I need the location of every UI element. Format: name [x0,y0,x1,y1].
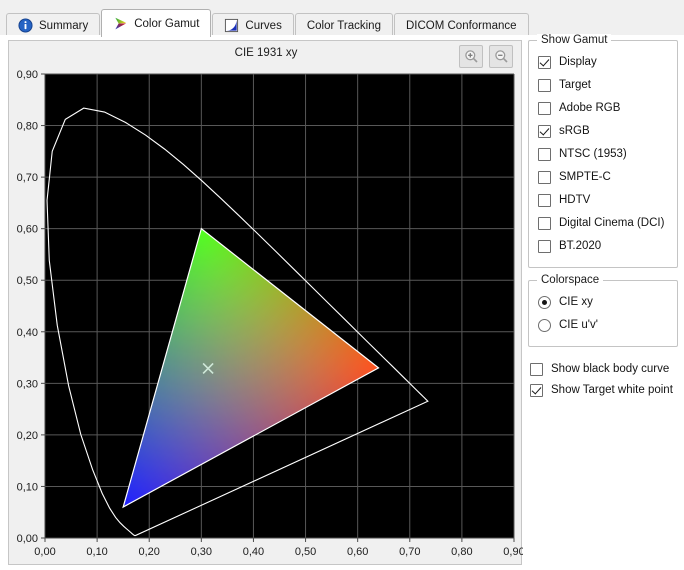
x-tick-label: 0,70 [399,546,420,558]
checkbox-label-show-target-white-point: Show Target white point [551,384,673,396]
radio-cie-xy[interactable]: CIE xy [538,291,668,314]
tab-bar: Summary Color Gamut Curves Color Trackin… [0,0,684,37]
checkbox-label-show-black-body-curve: Show black body curve [551,363,670,375]
tab-curves-label: Curves [245,19,282,32]
checkbox-box-hdtv [538,194,551,207]
radio-label-cie-uv: CIE u'v' [559,319,598,331]
checkbox-display[interactable]: Display [538,51,668,74]
x-tick-label: 0,00 [34,546,55,558]
checkbox-ntsc-1953[interactable]: NTSC (1953) [538,143,668,166]
y-tick-label: 0,20 [17,430,38,442]
y-tick-label: 0,70 [17,172,38,184]
x-tick-label: 0,50 [295,546,316,558]
checkbox-box-adobe-rgb [538,102,551,115]
checkbox-label-ntsc-1953: NTSC (1953) [559,148,627,160]
tab-dicom-conformance-label: DICOM Conformance [405,19,517,32]
y-tick-label: 0,50 [17,275,38,287]
tab-color-tracking-label: Color Tracking [306,19,381,32]
tab-summary-label: Summary [39,19,89,32]
chart-panel: CIE 1931 xy 0,00 0,10 0,20 0,30 0,40 0,50 [8,40,523,566]
extra-options-group: Show black body curve Show Target white … [528,359,678,401]
checkbox-hdtv[interactable]: HDTV [538,189,668,212]
checkbox-target[interactable]: Target [538,74,668,97]
checkbox-show-target-white-point[interactable]: Show Target white point [529,380,678,401]
x-tick-label: 0,60 [347,546,368,558]
x-tick-label: 0,90 [503,546,523,558]
checkbox-label-hdtv: HDTV [559,194,591,206]
checkbox-label-target: Target [559,79,591,91]
checkbox-digital-cinema-dci[interactable]: Digital Cinema (DCI) [538,212,668,235]
radio-label-cie-xy: CIE xy [559,296,593,308]
checkbox-box-bt2020 [538,240,551,253]
checkbox-bt2020[interactable]: BT.2020 [538,235,668,258]
x-tick-label: 0,10 [86,546,107,558]
chromaticity-plot[interactable]: 0,00 0,10 0,20 0,30 0,40 0,50 0,60 0,70 0,80 0,90… [9,41,523,566]
tab-color-gamut-label: Color Gamut [134,17,200,30]
cie-diagram-svg: 0,00 0,10 0,20 0,30 0,40 0,50 0,60 0,70 0,80 0,90… [17,69,523,558]
checkbox-label-bt2020: BT.2020 [559,240,602,252]
curve-graph-icon [225,18,239,33]
tab-summary[interactable]: Summary [6,13,101,37]
colorspace-title: Colorspace [537,274,604,286]
checkbox-label-display: Display [559,56,597,68]
y-tick-label: 0,80 [17,121,38,133]
checkbox-label-srgb: sRGB [559,125,590,137]
checkbox-box-show-target-white-point [530,384,543,397]
checkbox-box-smpte-c [538,171,551,184]
tab-strip: Summary Color Gamut Curves Color Trackin… [6,6,530,37]
checkbox-label-digital-cinema-dci: Digital Cinema (DCI) [559,217,665,229]
tab-curves[interactable]: Curves [212,13,294,37]
radio-cie-uv[interactable]: CIE u'v' [538,314,668,337]
checkbox-label-adobe-rgb: Adobe RGB [559,102,621,114]
x-tick-label: 0,40 [243,546,264,558]
x-tick-label: 0,80 [451,546,472,558]
info-circle-icon [18,18,33,33]
checkbox-box-srgb [538,125,551,138]
tab-color-tracking[interactable]: Color Tracking [294,13,393,37]
y-tick-label: 0,30 [17,378,38,390]
checkbox-box-show-black-body-curve [530,363,543,376]
color-triangle-icon [115,17,127,30]
colorspace-group: Colorspace CIE xy CIE u'v' [528,274,678,347]
checkbox-box-display [538,56,551,69]
tab-color-gamut[interactable]: Color Gamut [101,9,212,37]
y-tick-label: 0,10 [17,481,38,493]
checkbox-smpte-c[interactable]: SMPTE-C [538,166,668,189]
y-tick-label: 0,60 [17,224,38,236]
y-tick-label: 0,40 [17,327,38,339]
x-tick-label: 0,20 [139,546,160,558]
checkbox-label-smpte-c: SMPTE-C [559,171,611,183]
checkbox-adobe-rgb[interactable]: Adobe RGB [538,97,668,120]
checkbox-box-digital-cinema-dci [538,217,551,230]
checkbox-box-target [538,79,551,92]
y-tick-label: 0,00 [17,533,38,545]
radio-dot-cie-xy [538,296,551,309]
show-gamut-group: Show Gamut Display Target Adobe RGB sRGB… [528,34,678,268]
checkbox-show-black-body-curve[interactable]: Show black body curve [529,359,678,380]
radio-dot-cie-uv [538,319,551,332]
checkbox-srgb[interactable]: sRGB [538,120,668,143]
y-tick-label: 0,90 [17,69,38,81]
content-area: CIE 1931 xy 0,00 0,10 0,20 0,30 0,40 0,50 [0,34,684,570]
tab-dicom-conformance[interactable]: DICOM Conformance [393,13,529,37]
x-tick-label: 0,30 [191,546,212,558]
show-gamut-title: Show Gamut [537,34,612,46]
options-side-panel: Show Gamut Display Target Adobe RGB sRGB… [528,34,678,401]
checkbox-box-ntsc-1953 [538,148,551,161]
